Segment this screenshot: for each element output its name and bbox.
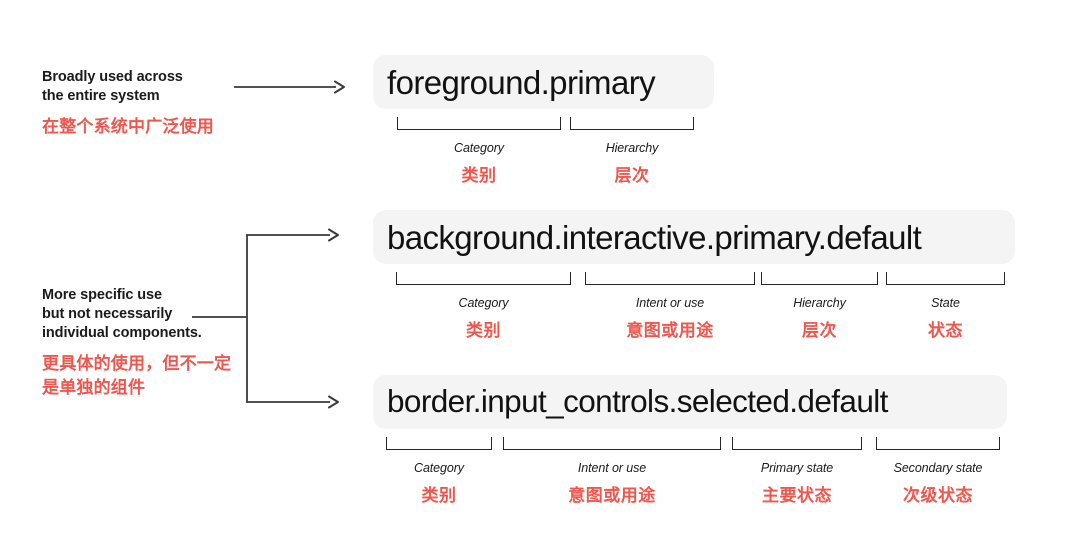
diagram-canvas: Broadly used across the entire system 在整… [0, 0, 1080, 554]
segment-label-zh: 主要状态 [762, 486, 832, 505]
segment-state: State 状态 [886, 272, 1005, 341]
annotation-chinese-2: 更具体的使用，但不一定 是单独的组件 [42, 354, 232, 397]
annotation-block-broad-usage: Broadly used across the entire system 在整… [42, 68, 214, 139]
segment-hierarchy: Hierarchy 层次 [761, 272, 878, 341]
token-name-background: background.interactive.primary.default [387, 218, 922, 256]
segment-bracket [396, 272, 571, 285]
segment-intent-or-use: Intent or use 意图或用途 [503, 437, 721, 506]
annotation-english-1: Broadly used across the entire system [42, 69, 183, 104]
segment-label-zh: 层次 [614, 166, 650, 185]
segment-label-zh: 层次 [802, 321, 837, 340]
segment-group-row-1: Category 类别 Hierarchy 层次 [373, 117, 714, 201]
segment-label-en: Intent or use [635, 296, 705, 310]
segment-label-en: Category [454, 141, 504, 155]
segment-group-row-2: Category 类别 Intent or use 意图或用途 Hierarch… [373, 272, 1015, 356]
segment-bracket [570, 117, 694, 130]
segment-label-zh: 状态 [928, 321, 963, 340]
token-row-background: background.interactive.primary.default C… [373, 210, 1015, 356]
segment-label-zh: 意图或用途 [626, 321, 714, 340]
segment-label-zh: 次级状态 [903, 486, 973, 505]
segment-group-row-3: Category 类别 Intent or use 意图或用途 Primary … [373, 437, 1007, 521]
segment-bracket [876, 437, 1000, 450]
arrow-connector-top [234, 80, 345, 94]
segment-secondary-state: Secondary state 次级状态 [876, 437, 1000, 506]
segment-category: Category 类别 [386, 437, 492, 506]
segment-label-en: Primary state [760, 461, 834, 475]
segment-label-en: Intent or use [577, 461, 647, 475]
annotation-block-specific-usage: More specific use but not necessarily in… [42, 286, 231, 400]
segment-label-zh: 类别 [466, 321, 501, 340]
segment-bracket [503, 437, 721, 450]
token-name-foreground: foreground.primary [387, 63, 656, 101]
segment-primary-state: Primary state 主要状态 [732, 437, 862, 506]
segment-label-en: Category [414, 461, 464, 475]
segment-bracket [397, 117, 561, 130]
segment-label-en: Secondary state [893, 461, 983, 475]
token-row-foreground: foreground.primary Category 类别 Hierarchy… [373, 55, 714, 201]
segment-label-zh: 类别 [421, 486, 457, 505]
segment-bracket [585, 272, 755, 285]
segment-label-en: State [931, 296, 960, 310]
segment-label-zh: 类别 [461, 166, 497, 185]
segment-category: Category 类别 [397, 117, 561, 186]
segment-bracket [732, 437, 862, 450]
segment-label-en: Hierarchy [793, 296, 846, 310]
token-name-border: border.input_controls.selected.default [387, 383, 888, 420]
segment-bracket [761, 272, 878, 285]
token-pill-background[interactable]: background.interactive.primary.default [373, 210, 1015, 264]
token-pill-foreground[interactable]: foreground.primary [373, 55, 714, 109]
segment-label-en: Category [458, 296, 509, 310]
segment-category: Category 类别 [396, 272, 571, 341]
token-pill-border[interactable]: border.input_controls.selected.default [373, 375, 1007, 429]
segment-hierarchy: Hierarchy 层次 [570, 117, 694, 186]
segment-intent-or-use: Intent or use 意图或用途 [585, 272, 755, 341]
annotation-chinese-1: 在整个系统中广泛使用 [42, 117, 214, 136]
annotation-english-2: More specific use but not necessarily in… [42, 287, 202, 341]
segment-bracket [386, 437, 492, 450]
segment-label-en: Hierarchy [605, 141, 659, 155]
token-row-border: border.input_controls.selected.default C… [373, 375, 1007, 521]
segment-bracket [886, 272, 1005, 285]
segment-label-zh: 意图或用途 [568, 486, 656, 505]
